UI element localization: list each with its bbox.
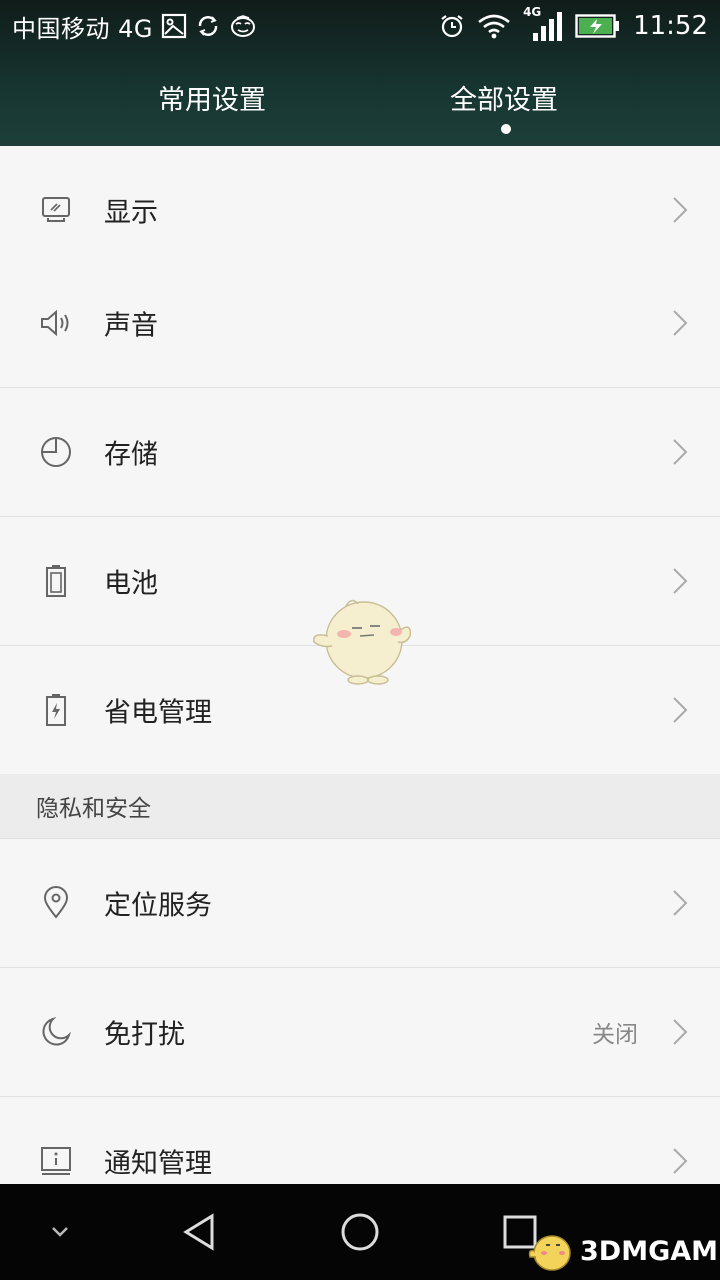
settings-item-label: 存储 (104, 439, 158, 471)
chevron-right-icon (673, 310, 688, 336)
chevron-right-icon (673, 890, 688, 916)
battery-icon (38, 563, 74, 599)
chevron-right-icon (673, 1148, 688, 1174)
emoji-icon (229, 13, 257, 39)
status-right: 4G 11:52 (439, 5, 708, 44)
status-value: 关闭 (592, 1022, 638, 1048)
clock: 11:52 (633, 11, 708, 41)
settings-item-sound[interactable]: 声音 (0, 259, 720, 388)
settings-item-label: 显示 (104, 197, 158, 229)
tab-all-settings[interactable]: 全部设置 (450, 78, 558, 117)
settings-item-label: 声音 (104, 310, 158, 342)
chevron-right-icon (673, 197, 688, 223)
tab-selected-indicator (501, 124, 511, 134)
chevron-down-icon (52, 1227, 68, 1237)
settings-item-label: 定位服务 (104, 890, 212, 922)
display-icon (38, 192, 74, 228)
notification-icon (38, 1143, 74, 1179)
wifi-icon (477, 13, 511, 39)
watermark-logo: 3DMGAME (528, 1226, 720, 1276)
gallery-icon (161, 13, 187, 39)
signal-icon: 4G (523, 5, 563, 43)
settings-item-label: 免打扰 (104, 1019, 185, 1051)
back-button[interactable] (170, 1184, 230, 1280)
watermark-text: 3DMGAME (580, 1235, 720, 1267)
chevron-right-icon (673, 568, 688, 594)
chevron-right-icon (673, 1019, 688, 1045)
back-icon (183, 1213, 214, 1251)
storage-pie-icon (38, 434, 74, 470)
home-icon (341, 1213, 379, 1251)
battery-charging-icon (575, 13, 621, 39)
speaker-icon (38, 305, 74, 341)
location-pin-icon (38, 885, 74, 921)
settings-item-location[interactable]: 定位服务 (0, 839, 720, 968)
settings-tabs: 常用设置 全部设置 (0, 70, 720, 134)
moon-icon (38, 1014, 74, 1050)
settings-item-label: 省电管理 (104, 697, 212, 729)
settings-item-notifications[interactable]: 通知管理 (0, 1097, 720, 1184)
status-bar: 中国移动 4G 4G 11:52 (0, 0, 720, 52)
chevron-right-icon (673, 697, 688, 723)
tab-common-settings[interactable]: 常用设置 (158, 78, 266, 117)
mascot-logo-icon (528, 1235, 571, 1271)
carrier-label: 中国移动 4G (12, 14, 153, 43)
home-button[interactable] (330, 1184, 390, 1280)
chevron-right-icon (673, 439, 688, 465)
settings-item-do-not-disturb[interactable]: 免打扰 关闭 (0, 968, 720, 1097)
mascot-watermark-image (313, 599, 412, 685)
settings-item-storage[interactable]: 存储 (0, 388, 720, 517)
header: 中国移动 4G 4G 11:52 常用设置 全部设置 (0, 0, 720, 146)
power-saving-icon (38, 692, 74, 728)
alarm-icon (439, 13, 465, 39)
sync-icon (195, 13, 221, 39)
settings-item-label: 电池 (104, 568, 158, 600)
settings-item-label: 通知管理 (104, 1148, 212, 1180)
collapse-button[interactable] (40, 1184, 80, 1280)
status-left: 中国移动 4G (12, 8, 257, 44)
settings-item-display[interactable]: 显示 (0, 146, 720, 275)
section-title: 隐私和安全 (36, 796, 151, 822)
section-header-privacy: 隐私和安全 (0, 774, 720, 839)
